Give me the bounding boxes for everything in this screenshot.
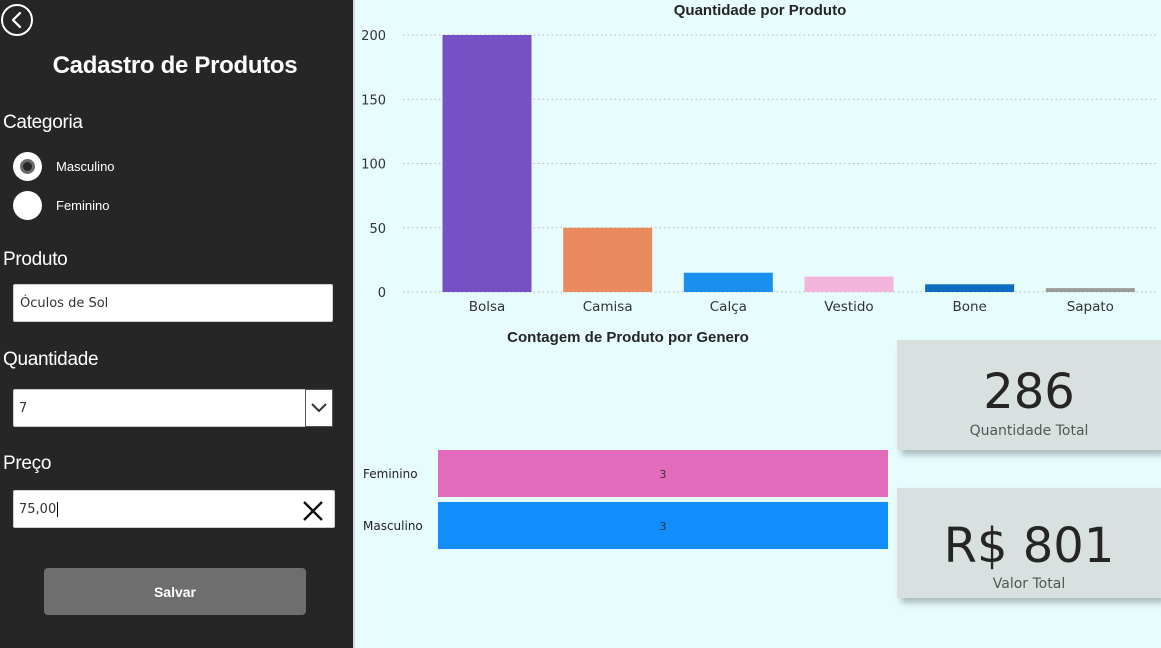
radio-option-feminino[interactable]: Feminino — [13, 190, 110, 220]
x-tick-label: Vestido — [824, 299, 873, 315]
chart-title: Contagem de Produto por Genero — [507, 329, 749, 346]
data-label: 3 — [660, 520, 667, 533]
bar-chart-contagem-por-genero: Contagem de Produto por Genero Feminino 3 M… — [363, 329, 888, 549]
radio-button-unchecked[interactable] — [13, 190, 42, 220]
category-label: Masculino — [363, 519, 423, 533]
bar — [442, 35, 532, 292]
kpi-card-quantidade-total: 286 Quantidade Total — [897, 340, 1161, 450]
chart-title: Quantidade por Produto — [674, 2, 847, 19]
bar — [804, 276, 894, 292]
chevron-down-icon — [311, 403, 327, 413]
radio-label-feminino: Feminino — [56, 197, 110, 213]
product-form-panel: Cadastro de Produtos Categoria Masculino… — [0, 0, 353, 648]
save-button[interactable]: Salvar — [44, 568, 306, 615]
category-label: Categoria — [3, 112, 83, 133]
x-tick-label: Calça — [710, 299, 747, 315]
x-tick-label: Camisa — [583, 299, 633, 315]
x-tick-label: Bone — [952, 299, 986, 315]
radio-option-masculino[interactable]: Masculino — [13, 151, 115, 181]
x-tick-label: Bolsa — [469, 299, 506, 315]
radio-label-masculino: Masculino — [56, 158, 115, 174]
y-tick-label: 200 — [361, 29, 386, 44]
data-label: 3 — [660, 468, 667, 481]
y-tick-label: 50 — [369, 222, 386, 237]
kpi-value: 286 — [983, 364, 1075, 420]
text-caret — [57, 501, 59, 517]
product-input[interactable]: Óculos de Sol — [13, 284, 333, 322]
product-input-value: Óculos de Sol — [20, 295, 109, 311]
price-input[interactable]: 75,00 — [13, 490, 335, 528]
kpi-label: Quantidade Total — [969, 423, 1089, 439]
quantity-selected-value: 7 — [19, 400, 28, 416]
form-title: Cadastro de Produtos — [52, 52, 298, 79]
bar-chart-quantidade-por-produto: Quantidade por Produto 0 50 100 150 200 Bolsa C… — [361, 2, 1157, 315]
y-tick-label: 150 — [361, 93, 386, 108]
bar — [925, 284, 1015, 292]
dropdown-toggle[interactable] — [305, 389, 333, 427]
bar — [683, 272, 773, 292]
radio-button-checked[interactable] — [13, 151, 42, 181]
kpi-card-valor-total: R$ 801 Valor Total — [897, 488, 1161, 598]
dashboard-panel: Quantidade por Produto 0 50 100 150 200 Bolsa C… — [353, 0, 1161, 648]
x-tick-label: Sapato — [1067, 299, 1114, 315]
kpi-label: Valor Total — [992, 576, 1066, 592]
category-label: Feminino — [363, 467, 418, 481]
back-arrow-icon — [11, 12, 22, 28]
product-label: Produto — [3, 249, 68, 270]
back-button[interactable] — [1, 4, 33, 36]
bar — [1045, 288, 1135, 292]
price-input-value: 75,00 — [19, 501, 57, 517]
price-label: Preço — [3, 453, 52, 474]
quantity-dropdown[interactable]: 7 — [13, 389, 333, 427]
bar — [563, 227, 653, 292]
quantity-label: Quantidade — [3, 349, 99, 370]
y-tick-label: 0 — [378, 286, 386, 301]
kpi-value: R$ 801 — [943, 518, 1115, 574]
y-tick-label: 100 — [361, 158, 386, 173]
close-icon[interactable] — [302, 500, 324, 522]
